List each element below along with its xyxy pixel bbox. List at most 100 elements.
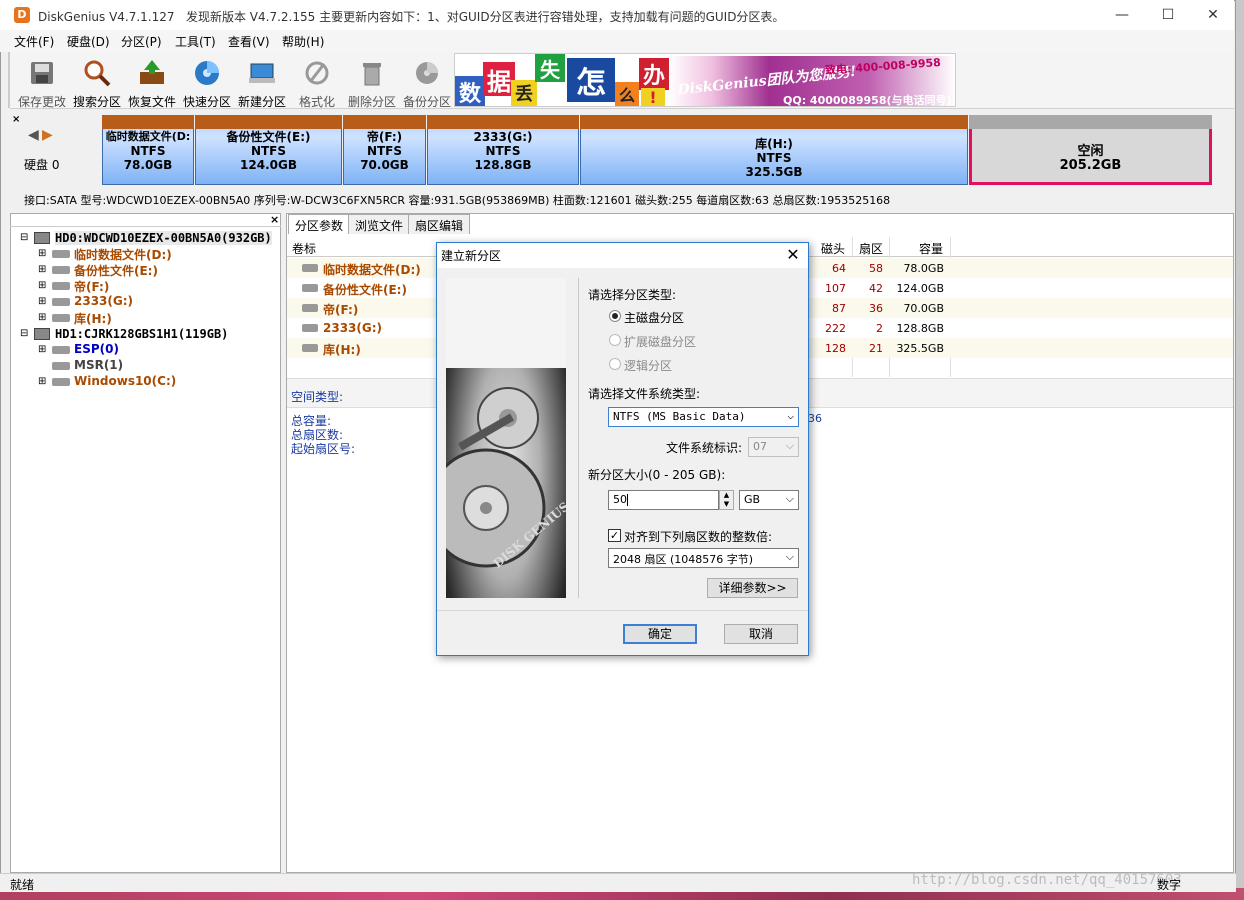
maximize-button[interactable]: ☐ — [1145, 0, 1191, 30]
tab-browse-files[interactable]: 浏览文件 — [348, 214, 411, 234]
tree-partition[interactable]: Windows10(C:) — [74, 374, 176, 388]
update-notice[interactable]: 发现新版本 V4.7.2.155 主要更新内容如下：1、对GUID分区表进行容错… — [186, 10, 784, 24]
radio-extended-label[interactable]: 扩展磁盘分区 — [624, 333, 696, 350]
col-header-head[interactable]: 磁头 — [821, 240, 845, 257]
expand-icon[interactable]: ⊞ — [38, 248, 46, 259]
ok-button[interactable]: 确定 — [623, 624, 697, 644]
restore-box-icon — [140, 60, 164, 84]
expand-icon[interactable]: ⊞ — [38, 280, 46, 291]
minimize-button[interactable]: — — [1099, 0, 1145, 30]
cancel-button[interactable]: 取消 — [724, 624, 798, 644]
partition-cap — [343, 115, 426, 129]
partition-block[interactable]: 2333(G:) NTFS 128.8GB — [427, 115, 579, 185]
tree-partition[interactable]: 帝(F:) — [74, 278, 109, 295]
chevron-down-icon: ⌵ — [787, 409, 794, 422]
partition-icon — [302, 324, 318, 332]
free-space-size: 205.2GB — [1059, 158, 1122, 173]
tree-partition[interactable]: 2333(G:) — [74, 294, 133, 308]
expand-icon[interactable]: ⊞ — [38, 344, 46, 355]
backup-partition-button[interactable]: 备份分区 — [400, 56, 454, 109]
tree-disk0[interactable]: HD0:WDCWD10EZEX-00BN5A0(932GB) — [55, 231, 272, 245]
free-space-block[interactable]: 空闲 205.2GB — [969, 115, 1212, 185]
partition-icon — [302, 264, 318, 272]
partition-size: 128.8GB — [474, 158, 532, 172]
toolbar-grip[interactable] — [8, 52, 10, 108]
menu-partition[interactable]: 分区(P) — [121, 33, 162, 50]
size-unit-select[interactable]: GB ⌵ — [739, 490, 799, 510]
tree-partition[interactable]: ESP(0) — [74, 342, 119, 356]
collapse-icon[interactable]: × — [12, 114, 20, 125]
radio-logical[interactable] — [609, 358, 621, 370]
tab-sector-edit[interactable]: 扇区编辑 — [408, 214, 471, 234]
radio-extended[interactable] — [609, 334, 621, 346]
tab-partition-params[interactable]: 分区参数 — [288, 214, 351, 234]
row-label: 2333(G:) — [323, 321, 383, 335]
expand-icon[interactable]: ⊟ — [20, 232, 28, 243]
next-disk-arrow-icon[interactable]: ▶ — [42, 127, 53, 143]
menu-file[interactable]: 文件(F) — [14, 33, 54, 50]
prev-disk-arrow-icon[interactable]: ◀ — [28, 127, 39, 143]
row-label: 库(H:) — [323, 343, 361, 357]
quick-partition-button[interactable]: 快速分区 — [180, 56, 234, 109]
tree-disk1[interactable]: HD1:CJRK128GBS1H1(119GB) — [55, 327, 228, 341]
tree-close-icon[interactable]: × — [270, 213, 279, 226]
expand-icon[interactable]: ⊟ — [20, 328, 28, 339]
align-label[interactable]: 对齐到下列扇区数的整数倍: — [624, 528, 772, 545]
row-sector: 21 — [869, 342, 883, 355]
col-header-label[interactable]: 卷标 — [292, 240, 316, 257]
partition-icon — [302, 304, 318, 312]
menu-view[interactable]: 查看(V) — [228, 33, 270, 50]
search-partition-label: 搜索分区 — [72, 95, 121, 109]
partition-block[interactable]: 备份性文件(E:) NTFS 124.0GB — [195, 115, 342, 185]
row-capacity: 128.8GB — [896, 322, 944, 335]
tree-partition[interactable]: 库(H:) — [74, 310, 112, 327]
dialog-close-button[interactable]: ✕ — [780, 244, 806, 266]
size-unit-value: GB — [744, 493, 761, 506]
expand-icon[interactable]: ⊞ — [38, 376, 46, 387]
expand-icon[interactable]: ⊞ — [38, 312, 46, 323]
size-input[interactable]: 50 — [608, 490, 719, 510]
window-title: DiskGenius V4.7.1.127 发现新版本 V4.7.2.155 主… — [38, 8, 784, 25]
align-checkbox[interactable]: ✓ — [608, 529, 621, 542]
space-type-label: 空间类型: — [291, 390, 344, 404]
tree-partition[interactable]: MSR(1) — [74, 358, 123, 372]
disk-tree-panel — [10, 213, 281, 873]
menu-tools[interactable]: 工具(T) — [175, 33, 216, 50]
delete-partition-button[interactable]: 删除分区 — [345, 56, 399, 109]
format-button[interactable]: 格式化 — [290, 56, 344, 109]
row-head: 222 — [825, 322, 846, 335]
advertisement-banner[interactable]: 数 据 丢 失 怎 么 办 ! DiskGenius团队为您服务! 致电: 40… — [454, 53, 956, 107]
save-changes-button[interactable]: 保存更改 — [15, 56, 69, 109]
advanced-params-button[interactable]: 详细参数>> — [707, 578, 798, 598]
expand-icon[interactable]: ⊞ — [38, 264, 46, 275]
size-spinner[interactable]: ▲ ▼ — [719, 490, 734, 510]
partition-icon — [52, 378, 70, 386]
partition-block[interactable]: 帝(F:) NTFS 70.0GB — [343, 115, 426, 185]
close-button[interactable]: ✕ — [1190, 0, 1236, 30]
radio-primary[interactable] — [609, 310, 621, 322]
menu-disk[interactable]: 硬盘(D) — [67, 33, 110, 50]
banner-char: 失 — [535, 54, 565, 82]
new-partition-button[interactable]: 新建分区 — [235, 56, 289, 109]
partition-block[interactable]: 临时数据文件(D: NTFS 78.0GB — [102, 115, 194, 185]
fs-id-select[interactable]: 07 ⌵ — [748, 437, 799, 457]
col-header-capacity[interactable]: 容量 — [919, 240, 943, 257]
partition-name: 库(H:) — [755, 137, 793, 151]
tree-partition[interactable]: 备份性文件(E:) — [74, 262, 158, 279]
partition-icon — [52, 266, 70, 274]
tree-partition[interactable]: 临时数据文件(D:) — [74, 246, 172, 263]
radio-logical-label[interactable]: 逻辑分区 — [624, 357, 672, 374]
radio-primary-label[interactable]: 主磁盘分区 — [624, 309, 684, 326]
expand-icon[interactable]: ⊞ — [38, 296, 46, 307]
partition-cap — [580, 115, 968, 129]
row-sector: 36 — [869, 302, 883, 315]
status-text: 就绪 — [10, 878, 35, 892]
menu-help[interactable]: 帮助(H) — [282, 33, 324, 50]
search-partition-button[interactable]: 搜索分区 — [70, 56, 124, 109]
align-select[interactable]: 2048 扇区 (1048576 字节) ⌵ — [608, 548, 799, 568]
restore-files-button[interactable]: 恢复文件 — [125, 56, 179, 109]
fs-type-select[interactable]: NTFS (MS Basic Data) ⌵ — [608, 407, 799, 427]
col-header-sector[interactable]: 扇区 — [859, 240, 883, 257]
partition-block[interactable]: 库(H:) NTFS 325.5GB — [580, 115, 968, 185]
partition-size: 325.5GB — [745, 165, 803, 179]
